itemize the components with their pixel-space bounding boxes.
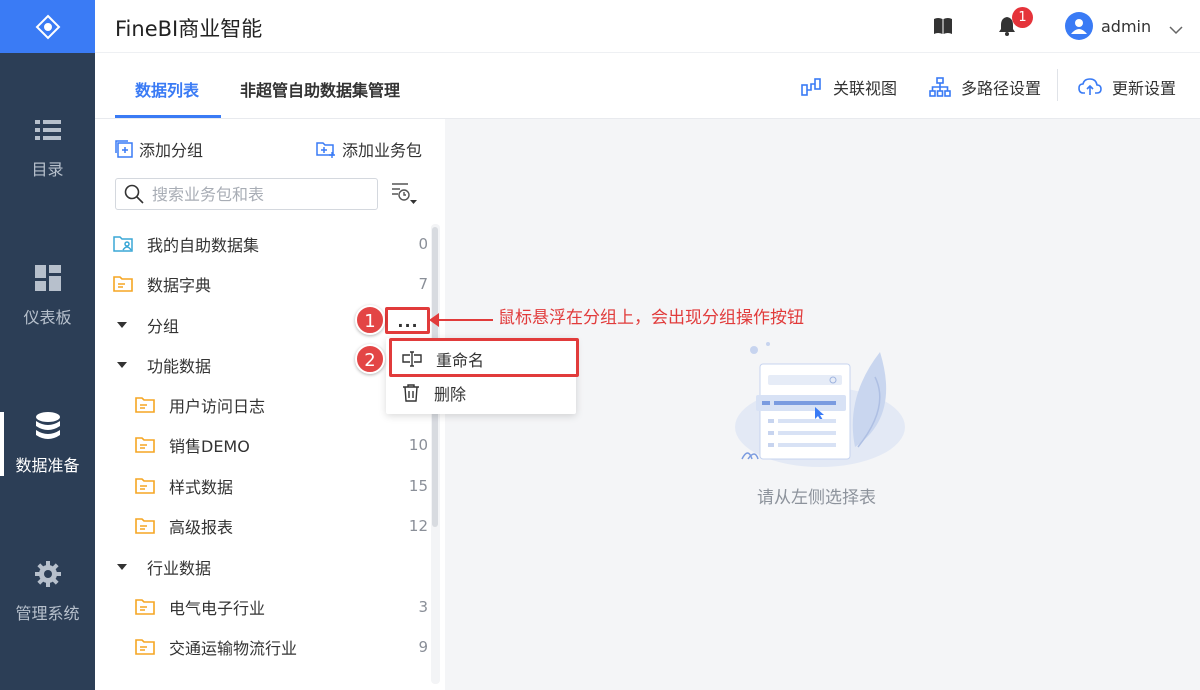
app-title: FineBI商业智能 [115,17,263,41]
folder-icon [135,598,157,616]
tab-bar: 数据列表 非超管自助数据集管理 关联视图 多路径设置 更新设置 [95,53,1200,119]
tree-item-label: 销售DEMO [169,437,250,456]
add-folder-icon [316,140,336,158]
relation-view-button[interactable]: 关联视图 [801,75,897,99]
empty-state-illustration [735,342,905,467]
tree-item-label: 用户访问日志 [169,397,266,416]
tree-item-style-data[interactable]: 样式数据 15 [135,466,443,506]
folder-icon [135,477,157,495]
tree-item-count: 0 [418,235,428,253]
caret-down-icon[interactable] [117,360,127,370]
highlight-rename [389,338,579,377]
update-settings-label: 更新设置 [1112,79,1177,98]
tree-item-label: 高级报表 [169,518,234,537]
add-package-button[interactable]: 添加业务包 [316,137,422,161]
tree-item-count: 15 [408,477,428,495]
database-icon [34,412,62,440]
user-icon [1071,19,1087,34]
add-square-icon [115,140,133,158]
tree-item-label: 行业数据 [147,559,212,578]
search-box [115,178,378,210]
dashboard-icon [34,264,62,292]
folder-icon [135,517,157,535]
tree-item-label: 样式数据 [169,478,234,497]
tree-item-data-dictionary[interactable]: 数据字典 7 [113,264,443,304]
folder-icon [113,275,135,293]
folder-icon [135,638,157,656]
add-package-label: 添加业务包 [342,141,423,160]
menu-item-delete[interactable]: 删除 [386,376,576,410]
logo[interactable] [0,0,95,53]
user-name[interactable]: admin [1101,17,1151,36]
update-settings-button[interactable]: 更新设置 [1078,75,1176,99]
nav-label: 目录 [31,160,64,179]
search-input[interactable] [152,184,362,204]
nav-item-admin[interactable]: 管理系统 [0,560,95,624]
user-folder-icon [113,235,135,253]
multipath-settings-label: 多路径设置 [961,79,1042,98]
tree-group-industry-data[interactable]: 行业数据 [117,547,447,587]
tree-item-transport-logistics[interactable]: 交通运输物流行业 9 [135,627,443,667]
folder-icon [135,436,157,454]
tree-hierarchy-icon [929,77,951,97]
annotation-arrow-line [435,319,493,321]
annotation-text: 鼠标悬浮在分组上，会出现分组操作按钮 [498,308,804,328]
tree-item-label: 电气电子行业 [169,599,266,618]
tree-item-sales-demo[interactable]: 销售DEMO 10 [135,425,443,465]
chevron-down-icon[interactable] [1169,20,1183,39]
toolbar-divider [1057,69,1058,101]
tree-item-advanced-report[interactable]: 高级报表 12 [135,506,443,546]
relation-view-label: 关联视图 [833,79,898,98]
tab-active-underline [115,115,221,118]
tree-item-electrical[interactable]: 电气电子行业 3 [135,587,443,627]
tree-item-label: 交通运输物流行业 [169,639,298,658]
empty-state-text: 请从左侧选择表 [757,488,876,508]
tree-item-my-datasets[interactable]: 我的自助数据集 0 [113,224,443,264]
logo-icon [35,14,60,39]
nav-label: 数据准备 [15,456,80,475]
caret-down-icon[interactable] [117,562,127,572]
nav-label: 管理系统 [15,604,80,623]
tree-item-label: 数据字典 [147,276,212,295]
nav-label: 仪表板 [23,308,72,327]
add-group-button[interactable]: 添加分组 [115,137,203,161]
cloud-refresh-icon [1078,77,1102,97]
left-nav: 目录 仪表板 数据准备 管理系统 [0,0,95,690]
tree-item-count: 12 [408,517,428,535]
highlight-more-button [385,307,430,334]
tree-item-label: 我的自助数据集 [147,236,260,255]
trash-icon [402,384,420,402]
list-icon [34,116,62,144]
search-icon [124,184,144,204]
multipath-settings-button[interactable]: 多路径设置 [929,75,1041,99]
menu-item-label: 删除 [434,385,467,404]
header: FineBI商业智能 1 admin [95,0,1200,53]
sort-filter-icon[interactable] [391,181,417,209]
step-marker-2: 2 [355,344,385,374]
tree-item-label: 功能数据 [147,357,212,376]
notification-badge: 1 [1012,7,1033,28]
tree-item-label: 分组 [147,317,180,336]
nav-item-catalog[interactable]: 目录 [0,116,95,180]
add-group-label: 添加分组 [139,141,204,160]
tree-item-count: 10 [408,436,428,454]
avatar[interactable] [1065,12,1093,40]
nav-item-data-prep[interactable]: 数据准备 [0,412,95,476]
gear-icon [34,560,62,588]
caret-down-icon[interactable] [117,320,127,330]
tree-item-count: 7 [418,275,428,293]
tree-item-count: 3 [418,598,428,616]
step-marker-1: 1 [355,305,385,335]
relation-icon [801,77,823,97]
tab-data-list[interactable]: 数据列表 [135,77,199,101]
folder-icon [135,396,157,414]
tree-item-count: 9 [418,638,428,656]
help-book-icon[interactable] [933,17,953,39]
nav-item-dashboard[interactable]: 仪表板 [0,264,95,328]
tab-self-service-dataset-mgmt[interactable]: 非超管自助数据集管理 [240,77,400,101]
